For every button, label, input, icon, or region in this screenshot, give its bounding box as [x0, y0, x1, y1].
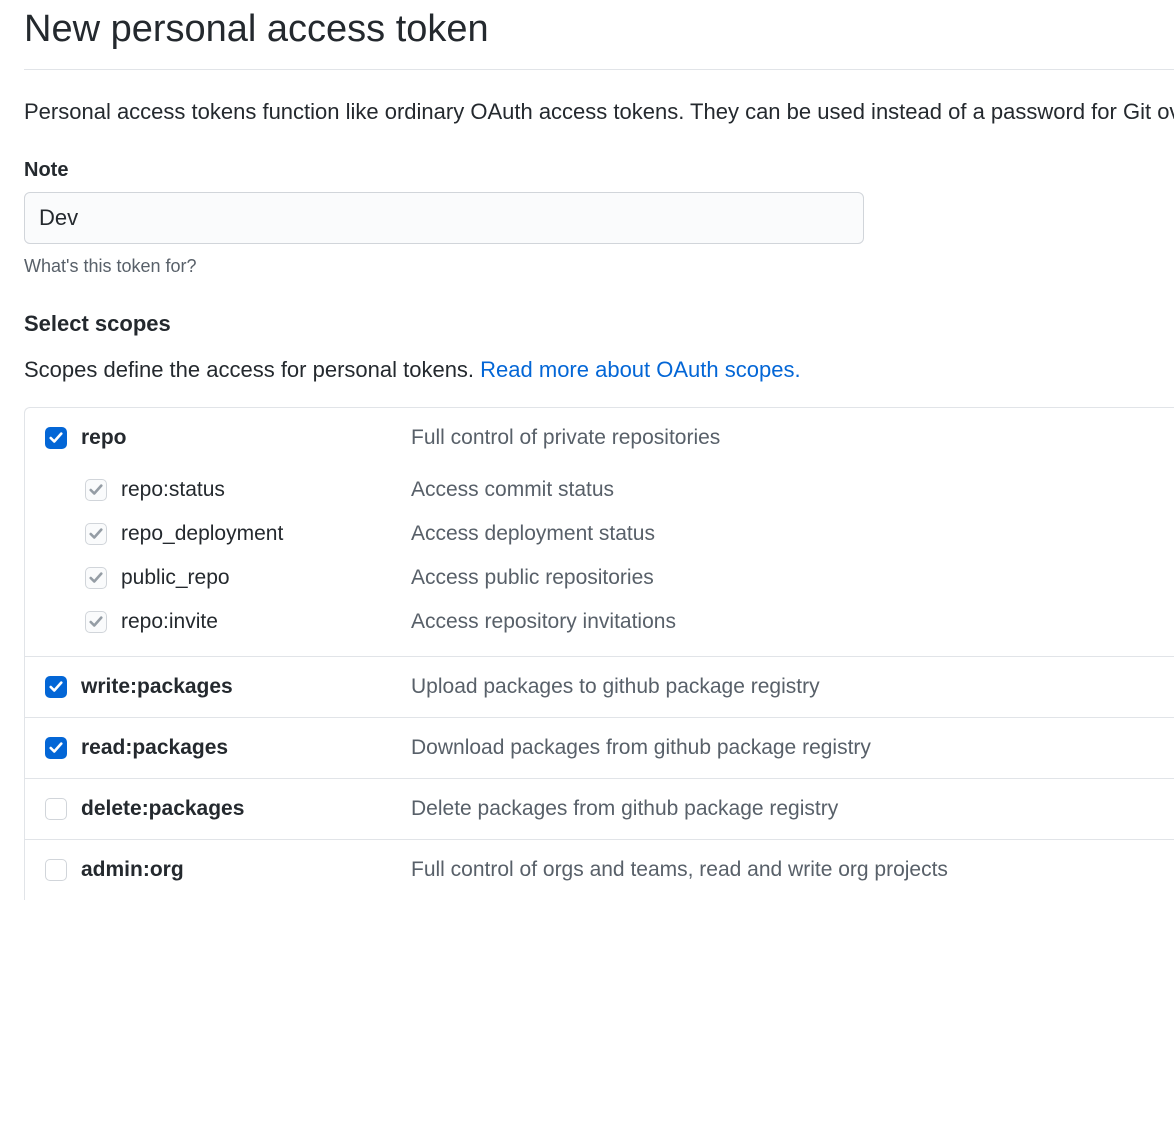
page-title: New personal access token	[24, 8, 1174, 70]
note-hint: What's this token for?	[24, 256, 1174, 277]
scope-row-repo-status: repo:status Access commit status	[25, 468, 1174, 512]
scope-name: delete:packages	[81, 797, 411, 821]
scopes-intro-prefix: Scopes define the access for personal to…	[24, 357, 480, 382]
scope-checkbox-admin-org[interactable]	[45, 859, 67, 881]
scope-desc: Full control of private repositories	[411, 426, 720, 450]
scope-desc: Access public repositories	[411, 566, 654, 590]
scope-checkbox-repo[interactable]	[45, 427, 67, 449]
scope-row-repo: repo Full control of private repositorie…	[25, 408, 1174, 468]
scope-row-admin-org: admin:org Full control of orgs and teams…	[25, 840, 1174, 900]
scope-desc: Full control of orgs and teams, read and…	[411, 858, 948, 882]
check-icon	[89, 483, 103, 497]
scope-row-public-repo: public_repo Access public repositories	[25, 556, 1174, 600]
scope-checkbox-delete-packages[interactable]	[45, 798, 67, 820]
scope-name: admin:org	[81, 858, 411, 882]
scope-desc: Access repository invitations	[411, 610, 676, 634]
check-icon	[49, 741, 63, 755]
scope-name: read:packages	[81, 736, 411, 760]
scopes-intro-link[interactable]: Read more about OAuth scopes.	[480, 357, 800, 382]
scopes-intro: Scopes define the access for personal to…	[24, 357, 1174, 383]
check-icon	[49, 680, 63, 694]
check-icon	[89, 615, 103, 629]
check-icon	[89, 527, 103, 541]
scope-checkbox-repo-deployment[interactable]	[85, 523, 107, 545]
scope-desc: Download packages from github package re…	[411, 736, 871, 760]
check-icon	[89, 571, 103, 585]
scope-name: repo_deployment	[121, 522, 411, 546]
scope-row-repo-deployment: repo_deployment Access deployment status	[25, 512, 1174, 556]
scope-name: repo:invite	[121, 610, 411, 634]
scope-row-read-packages: read:packages Download packages from git…	[25, 718, 1174, 779]
note-input[interactable]	[24, 192, 864, 244]
scope-name: repo	[81, 426, 411, 450]
intro-text: Personal access tokens function like ord…	[24, 94, 1174, 129]
scope-checkbox-write-packages[interactable]	[45, 676, 67, 698]
scope-checkbox-repo-invite[interactable]	[85, 611, 107, 633]
intro-prefix: Personal access tokens function like ord…	[24, 99, 1174, 124]
scope-name: repo:status	[121, 478, 411, 502]
scope-row-write-packages: write:packages Upload packages to github…	[25, 657, 1174, 718]
scope-desc: Access commit status	[411, 478, 614, 502]
scope-checkbox-repo-status[interactable]	[85, 479, 107, 501]
scope-name: public_repo	[121, 566, 411, 590]
scope-desc: Upload packages to github package regist…	[411, 675, 820, 699]
scopes-heading: Select scopes	[24, 311, 1174, 337]
scopes-table: repo Full control of private repositorie…	[24, 407, 1174, 900]
scope-desc: Access deployment status	[411, 522, 655, 546]
scope-checkbox-read-packages[interactable]	[45, 737, 67, 759]
scope-name: write:packages	[81, 675, 411, 699]
scope-desc: Delete packages from github package regi…	[411, 797, 838, 821]
note-label: Note	[24, 159, 1174, 182]
check-icon	[49, 431, 63, 445]
scope-checkbox-public-repo[interactable]	[85, 567, 107, 589]
scope-group-repo: repo Full control of private repositorie…	[25, 408, 1174, 657]
scope-row-repo-invite: repo:invite Access repository invitation…	[25, 600, 1174, 644]
scope-row-delete-packages: delete:packages Delete packages from git…	[25, 779, 1174, 840]
